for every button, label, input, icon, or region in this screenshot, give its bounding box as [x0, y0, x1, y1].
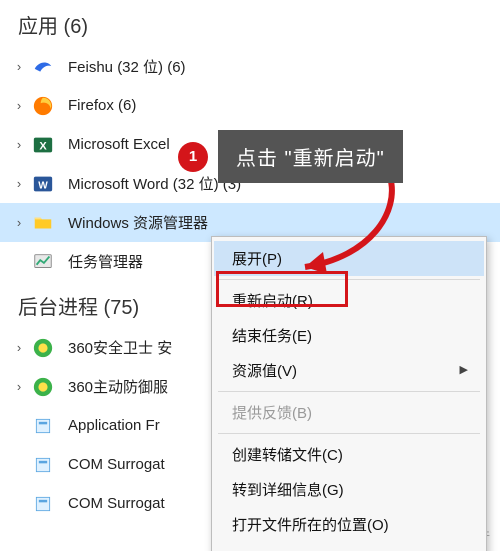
row-label: COM Surrogat [68, 495, 165, 512]
feishu-icon [32, 56, 54, 78]
menu-open-file-location[interactable]: 打开文件所在的位置(O) [214, 507, 484, 542]
word-icon: W [32, 173, 54, 195]
menu-go-to-details[interactable]: 转到详细信息(G) [214, 472, 484, 507]
annotation-tooltip: 点击 "重新启动" [218, 130, 403, 183]
chevron-right-icon: › [6, 98, 32, 113]
row-label: Application Fr [68, 417, 160, 434]
process-icon [32, 454, 54, 476]
process-icon [32, 415, 54, 437]
file-explorer-icon [32, 212, 54, 234]
context-menu: 展开(P) 重新启动(R) 结束任务(E) 资源值(V) ▶ 提供反馈(B) 创… [211, 236, 487, 551]
chevron-right-icon: › [6, 137, 32, 152]
chevron-right-icon: › [6, 59, 32, 74]
menu-separator [218, 279, 480, 280]
menu-resource-values[interactable]: 资源值(V) ▶ [214, 353, 484, 388]
menu-search-online[interactable]: 在线搜索(S) [214, 542, 484, 551]
menu-feedback: 提供反馈(B) [214, 395, 484, 430]
360-safe-icon [32, 337, 54, 359]
process-icon [32, 493, 54, 515]
list-item[interactable]: › Firefox (6) [0, 86, 500, 125]
chevron-right-icon: › [6, 379, 32, 394]
chevron-right-icon: › [6, 340, 32, 355]
row-label: 360主动防御服 [68, 376, 168, 397]
svg-text:W: W [38, 180, 48, 191]
row-label: Windows 资源管理器 [68, 212, 208, 233]
annotation-badge: 1 [178, 142, 208, 172]
row-label: 360安全卫士 安 [68, 337, 172, 358]
submenu-arrow-icon: ▶ [460, 363, 468, 376]
menu-separator [218, 433, 480, 434]
chevron-right-icon: › [6, 176, 32, 191]
menu-separator [218, 391, 480, 392]
360-defense-icon [32, 376, 54, 398]
list-item[interactable]: › Feishu (32 位) (6) [0, 47, 500, 86]
menu-restart[interactable]: 重新启动(R) [214, 283, 484, 318]
menu-end-task[interactable]: 结束任务(E) [214, 318, 484, 353]
task-manager-icon [32, 251, 54, 273]
chevron-right-icon: › [6, 215, 32, 230]
excel-icon: X [32, 134, 54, 156]
row-label: Firefox (6) [68, 97, 136, 114]
svg-text:X: X [39, 140, 47, 152]
row-label: Microsoft Excel [68, 136, 170, 153]
section-header-apps: 应用 (6) [0, 0, 500, 47]
row-label: COM Surrogat [68, 456, 165, 473]
row-label: 任务管理器 [68, 251, 143, 272]
row-label: Feishu (32 位) (6) [68, 56, 186, 77]
menu-label: 资源值(V) [232, 363, 297, 380]
menu-create-dump[interactable]: 创建转储文件(C) [214, 437, 484, 472]
menu-expand[interactable]: 展开(P) [214, 241, 484, 276]
annotation: 1 点击 "重新启动" [178, 130, 403, 183]
firefox-icon [32, 95, 54, 117]
